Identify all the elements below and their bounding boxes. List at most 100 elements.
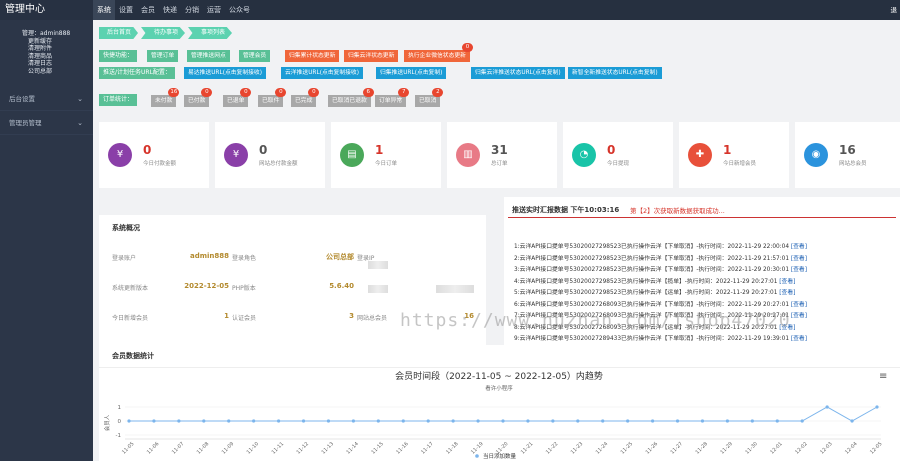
data-point-8: [326, 419, 331, 423]
data-point-26: [775, 419, 779, 423]
data-point-16: [526, 419, 530, 423]
order-stat-badge-1: 0: [201, 88, 213, 97]
view-link[interactable]: [查看]: [791, 256, 807, 262]
stat-value-4: 0: [607, 143, 616, 157]
realtime-line-1: 2:云洋API接口提单号53020027298523已执行操作云洋【下单取消】-…: [514, 253, 807, 262]
x-tick-27: 12-02: [794, 441, 809, 456]
breadcrumb-item-1[interactable]: 待办事项: [141, 27, 186, 39]
top-nav-3[interactable]: 快递: [159, 0, 181, 20]
sidebar-link-2[interactable]: 清理附件: [22, 45, 93, 53]
data-point-4: [227, 419, 231, 423]
view-link[interactable]: [查看]: [779, 290, 795, 296]
data-point-25: [750, 419, 754, 423]
view-link[interactable]: [查看]: [779, 279, 795, 285]
sidebar-section-1[interactable]: 管理员管理 ⌄: [0, 111, 93, 135]
sidebar-section-0[interactable]: 后台设置 ⌄: [0, 87, 93, 111]
realtime-line-2: 3:云洋API接口提单号53020027298523已执行操作云洋【下单取消】-…: [514, 264, 807, 273]
breadcrumb-item-0[interactable]: 后台首页: [99, 27, 139, 39]
order-stat-7[interactable]: 已取消 2: [415, 88, 444, 107]
logout-link[interactable]: 退: [891, 0, 898, 20]
view-link[interactable]: [查看]: [791, 313, 807, 319]
x-tick-29: 12-04: [844, 441, 859, 456]
quick-button-4[interactable]: 归集云洋状态更新: [344, 50, 399, 62]
order-stat-6[interactable]: 订单异常 7: [375, 88, 410, 107]
stat-label-5: 今日新增会员: [723, 161, 757, 167]
top-nav-5[interactable]: 运营: [203, 0, 225, 20]
push-button-4[interactable]: 新智全新推送状态URL(点击复制): [568, 67, 662, 79]
order-stat-badge-4: 0: [308, 88, 320, 97]
realtime-line-5: 6:云洋API接口提单号53020027268093已执行操作云洋【下单取消】-…: [514, 299, 807, 308]
quick-button-5[interactable]: 执行企业微信状态更新 0: [404, 43, 473, 62]
sidebar-link-3[interactable]: 清理商品: [22, 53, 93, 61]
view-link[interactable]: [查看]: [791, 336, 807, 342]
view-link[interactable]: [查看]: [791, 244, 807, 250]
sidebar-link-1[interactable]: 更新缓存: [22, 38, 93, 46]
data-point-13: [451, 419, 455, 423]
quick-button-1[interactable]: 管理推送网点: [187, 50, 230, 62]
top-nav-1[interactable]: 设置: [115, 0, 137, 20]
x-tick-25: 11-30: [744, 441, 759, 456]
data-point-29: [850, 419, 854, 423]
quick-badge-5: 0: [461, 43, 473, 52]
data-point-9: [351, 419, 355, 423]
order-stat-4[interactable]: 已完成 0: [291, 88, 320, 107]
sidebar-link-5[interactable]: 公司总部: [22, 68, 93, 76]
sidebar-section-label: 管理员管理: [9, 119, 42, 127]
top-nav-4[interactable]: 分销: [181, 0, 203, 20]
x-tick-18: 11-23: [570, 441, 585, 456]
x-tick-20: 11-25: [620, 441, 635, 456]
x-tick-23: 11-28: [695, 441, 710, 456]
push-button-3[interactable]: 归集云洋推送状态URL(点击复制): [471, 67, 565, 79]
stat-label-0: 今日付款金额: [143, 161, 177, 167]
x-tick-9: 11-14: [345, 441, 360, 456]
quick-button-0[interactable]: 管理订单: [147, 50, 179, 62]
breadcrumb-item-2[interactable]: 事项列表: [188, 27, 233, 39]
stat-label-3: 总订单: [491, 161, 508, 167]
view-link[interactable]: [查看]: [791, 302, 807, 308]
sys-label-2-0: 今日新增会员: [112, 315, 149, 322]
data-point-5: [252, 419, 256, 423]
blurred-value: [436, 285, 474, 293]
push-button-0[interactable]: 易达推送URL(点击复制接收): [184, 67, 266, 79]
push-button-1[interactable]: 云洋推送URL(点击复制接收): [281, 67, 363, 79]
stat-card-0: ¥0 今日付款金额: [99, 122, 209, 188]
sys-label-2-2: 网站总会员: [357, 315, 388, 322]
x-tick-30: 12-05: [869, 441, 884, 456]
menu-icon[interactable]: ≡: [879, 371, 887, 382]
quick-actions-label: 快捷功能：: [99, 50, 138, 62]
sidebar-link-4[interactable]: 清理日志: [22, 60, 93, 68]
realtime-line-text: 3:云洋API接口提单号53020027298523已执行操作云洋【下单取消】-…: [514, 267, 790, 273]
stat-value-6: 16: [839, 143, 856, 157]
x-tick-17: 11-22: [545, 441, 560, 456]
top-nav-6[interactable]: 公众号: [225, 0, 254, 20]
y-tick-0: 1: [118, 405, 122, 411]
sidebar: 管理中心 管理：admin888 更新缓存 清理附件 清理商品 清理日志 公司总部 后台设…: [0, 0, 93, 461]
chart-title: 会员时间段（2022-11-05 ~ 2022-12-05）内趋势: [395, 370, 603, 382]
users-icon: ◉: [804, 143, 828, 167]
push-button-2[interactable]: 归集推送URL(点击复制): [376, 67, 447, 79]
main-content: 后台首页 待办事项 事项列表 快捷功能： 管理订单 管理推送网点 管理会员 归集累计状态更…: [93, 20, 900, 461]
stat-value-1: 0: [259, 143, 268, 157]
stat-card-3: ▥ 31 总订单: [447, 122, 557, 188]
x-tick-7: 11-12: [296, 441, 311, 456]
x-tick-13: 11-18: [445, 441, 460, 456]
order-stat-badge-6: 7: [398, 88, 410, 97]
data-point-22: [675, 419, 680, 423]
quick-button-2[interactable]: 管理会员: [239, 50, 271, 62]
sys-value-2-0: 1: [224, 312, 229, 320]
view-link[interactable]: [查看]: [791, 267, 807, 273]
order-stat-5[interactable]: 已取消已退款 6: [328, 88, 374, 107]
top-nav-0[interactable]: 系统: [93, 0, 115, 20]
y-tick-1: 0: [118, 419, 122, 425]
order-stat-2[interactable]: 已退单 0: [223, 88, 252, 107]
data-point-24: [725, 419, 730, 423]
order-stat-1[interactable]: 已付款 0: [184, 88, 213, 107]
order-stat-3[interactable]: 已取件 0: [258, 88, 287, 107]
order-stat-0[interactable]: 未付款 16: [151, 88, 180, 107]
stat-value-3: 31: [491, 143, 508, 157]
top-nav-2[interactable]: 会员: [137, 0, 159, 20]
yen-icon: ¥: [224, 143, 248, 167]
data-point-28: [825, 405, 829, 409]
y-tick-2: -1: [116, 433, 121, 439]
quick-button-3[interactable]: 归集累计状态更新: [285, 50, 340, 62]
